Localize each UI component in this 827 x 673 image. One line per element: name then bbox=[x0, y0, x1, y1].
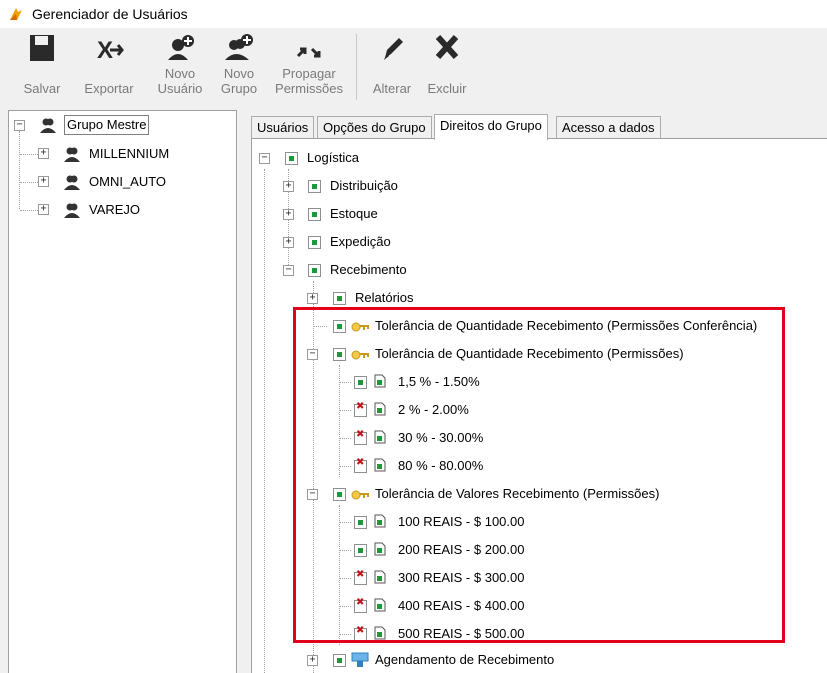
new-group-label-1: Novo bbox=[223, 66, 255, 81]
delete-label: Excluir bbox=[427, 81, 467, 96]
tab-label: Usuários bbox=[257, 120, 309, 135]
tab-label: Opções do Grupo bbox=[323, 120, 426, 135]
collapse-toggle[interactable]: − bbox=[14, 120, 25, 131]
edit-label: Alterar bbox=[372, 81, 412, 96]
group-icon bbox=[40, 118, 56, 133]
tree-label-recebimento: Recebimento bbox=[330, 262, 407, 277]
toolbar-separator bbox=[356, 34, 357, 100]
expand-toggle[interactable]: + bbox=[307, 293, 318, 304]
export-label-1 bbox=[79, 66, 139, 81]
tree-item-label: Grupo Mestre bbox=[67, 117, 147, 132]
add-group-icon bbox=[225, 34, 253, 60]
expand-toggle[interactable]: + bbox=[38, 176, 49, 187]
expand-toggle[interactable]: + bbox=[283, 181, 294, 192]
tab-acesso-a-dados[interactable]: Acesso a dados bbox=[556, 116, 661, 139]
tree-label-relatorios: Relatórios bbox=[355, 290, 414, 305]
save-button[interactable]: Salvar bbox=[22, 28, 62, 104]
highlight-box bbox=[293, 307, 785, 643]
new-user-label-1: Novo bbox=[164, 66, 196, 81]
edit-button[interactable]: Alterar bbox=[366, 28, 418, 104]
checkbox-agendamento[interactable] bbox=[333, 654, 346, 667]
tree-guide bbox=[20, 182, 38, 183]
tree-label-agendamento: Agendamento de Recebimento bbox=[375, 652, 555, 667]
tree-label-expedicao: Expedição bbox=[330, 234, 391, 249]
new-group-button[interactable]: Novo Grupo bbox=[216, 28, 262, 104]
module-icon bbox=[351, 652, 369, 667]
group-icon bbox=[64, 147, 80, 162]
toolbar: Salvar X Exportar Novo Usuário Novo Grup… bbox=[0, 28, 827, 104]
tree-guide bbox=[19, 131, 20, 209]
tab-label: Acesso a dados bbox=[562, 120, 655, 135]
tree-item-varejo[interactable]: VAREJO bbox=[89, 200, 140, 220]
new-user-label-2: Usuário bbox=[157, 81, 203, 96]
tab-label: Direitos do Grupo bbox=[440, 118, 542, 133]
group-icon bbox=[64, 175, 80, 190]
app-logo-icon bbox=[10, 8, 22, 20]
tree-item-omni-auto[interactable]: OMNI_AUTO bbox=[89, 172, 166, 192]
export-label: Exportar bbox=[84, 81, 134, 96]
tree-label-distribuicao: Distribuição bbox=[330, 178, 398, 193]
checkbox-distribuicao[interactable] bbox=[308, 180, 321, 193]
title-bar: Gerenciador de Usuários bbox=[0, 0, 827, 28]
tree-label-estoque: Estoque bbox=[330, 206, 378, 221]
window-title: Gerenciador de Usuários bbox=[32, 6, 188, 22]
expand-toggle[interactable]: + bbox=[38, 204, 49, 215]
checkbox-relatorios[interactable] bbox=[333, 292, 346, 305]
group-icon bbox=[64, 203, 80, 218]
tab-opcoes-do-grupo[interactable]: Opções do Grupo bbox=[317, 116, 432, 139]
expand-toggle[interactable]: + bbox=[283, 209, 294, 220]
tree-item-grupo-mestre[interactable]: Grupo Mestre bbox=[64, 115, 150, 135]
expand-toggle[interactable]: + bbox=[283, 237, 294, 248]
add-user-icon bbox=[168, 35, 194, 60]
checkbox-expedicao[interactable] bbox=[308, 236, 321, 249]
delete-button[interactable]: Excluir bbox=[422, 28, 472, 104]
tree-label-logistica: Logística bbox=[307, 150, 360, 165]
tree-item-label: MILLENNIUM bbox=[89, 146, 170, 161]
expand-toggle[interactable]: + bbox=[307, 655, 318, 666]
propagate-button[interactable]: Propagar Permissões bbox=[271, 28, 347, 104]
edit-label-1 bbox=[366, 66, 418, 81]
new-user-button[interactable]: Novo Usuário bbox=[152, 28, 208, 104]
collapse-toggle[interactable]: − bbox=[283, 265, 294, 276]
save-label-1 bbox=[22, 66, 62, 81]
group-tree: − Grupo Mestre + MILLENNIUM + OMNI_AUTO … bbox=[8, 110, 237, 673]
tree-guide bbox=[20, 210, 38, 211]
propagate-icon bbox=[296, 47, 321, 58]
collapse-toggle[interactable]: − bbox=[259, 153, 270, 164]
tree-item-millennium[interactable]: MILLENNIUM bbox=[89, 144, 169, 164]
close-icon bbox=[435, 34, 459, 60]
tree-guide bbox=[264, 169, 265, 673]
tree-item-label: VAREJO bbox=[89, 202, 141, 217]
tab-direitos-do-grupo[interactable]: Direitos do Grupo bbox=[434, 114, 548, 140]
delete-label-1 bbox=[422, 66, 472, 81]
pencil-icon bbox=[384, 38, 403, 60]
save-icon bbox=[30, 35, 54, 61]
expand-toggle[interactable]: + bbox=[38, 148, 49, 159]
tree-item-label: OMNI_AUTO bbox=[89, 174, 167, 189]
save-label: Salvar bbox=[23, 81, 61, 96]
export-icon: X bbox=[97, 37, 124, 64]
checkbox-estoque[interactable] bbox=[308, 208, 321, 221]
checkbox-logistica[interactable] bbox=[285, 152, 298, 165]
checkbox-recebimento[interactable] bbox=[308, 264, 321, 277]
tree-guide bbox=[20, 154, 38, 155]
tab-usuarios[interactable]: Usuários bbox=[251, 116, 315, 139]
propagate-label-2: Permissões bbox=[275, 81, 343, 96]
export-button[interactable]: X Exportar bbox=[79, 28, 139, 104]
new-group-label-2: Grupo bbox=[220, 81, 258, 96]
propagate-label-1: Propagar bbox=[282, 66, 336, 81]
